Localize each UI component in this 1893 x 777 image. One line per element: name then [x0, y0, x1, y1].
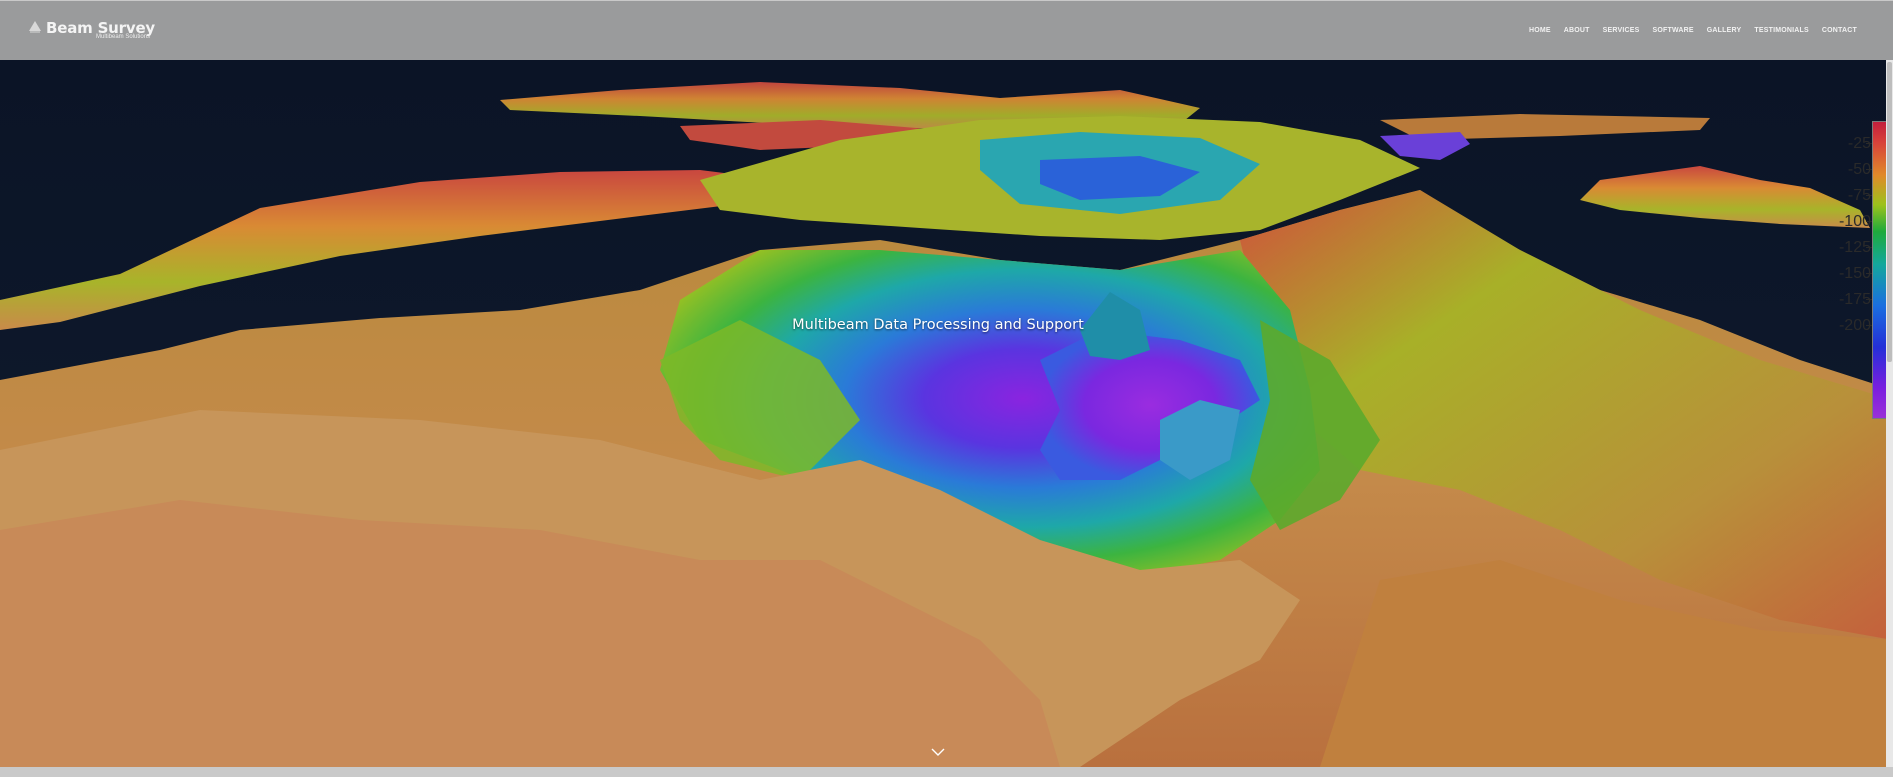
logo-icon: [29, 21, 41, 33]
legend-tick-125: -125: [1838, 239, 1871, 256]
bathymetry-image: [0, 60, 1893, 767]
hero-title: Multibeam Data Processing and Support: [792, 317, 1084, 333]
nav-software[interactable]: Software: [1653, 27, 1694, 34]
next-section-edge: [0, 767, 1893, 777]
legend-tick-175: -175: [1838, 291, 1871, 308]
hero-section: Multibeam Data Processing and Support -2…: [0, 60, 1893, 767]
page-scrollbar[interactable]: [1886, 60, 1893, 767]
nav-home[interactable]: Home: [1529, 27, 1551, 34]
nav-services[interactable]: Services: [1603, 27, 1640, 34]
logo-tagline: Multibeam Solutions: [96, 34, 151, 40]
chevron-down-icon[interactable]: [930, 747, 946, 757]
legend-tick-75: -75: [1847, 187, 1871, 204]
depth-legend: -25 -50 -75 -100 -125 -150 -175 -200: [1832, 121, 1893, 421]
main-nav: Home About Services Software Gallery Tes…: [1529, 27, 1857, 34]
nav-about[interactable]: About: [1564, 27, 1590, 34]
nav-contact[interactable]: Contact: [1822, 27, 1857, 34]
nav-gallery[interactable]: Gallery: [1707, 27, 1742, 34]
scrollbar-thumb[interactable]: [1887, 62, 1892, 362]
nav-testimonials[interactable]: Testimonials: [1754, 27, 1809, 34]
site-header: Beam Survey Multibeam Solutions Home Abo…: [0, 0, 1893, 60]
legend-tick-50: -50: [1847, 161, 1871, 178]
legend-tick-150: -150: [1838, 265, 1871, 282]
legend-tick-100: -100: [1838, 213, 1871, 230]
legend-tick-25: -25: [1847, 135, 1871, 152]
legend-tick-200: -200: [1838, 317, 1871, 334]
depth-color-bar: [1872, 121, 1887, 419]
